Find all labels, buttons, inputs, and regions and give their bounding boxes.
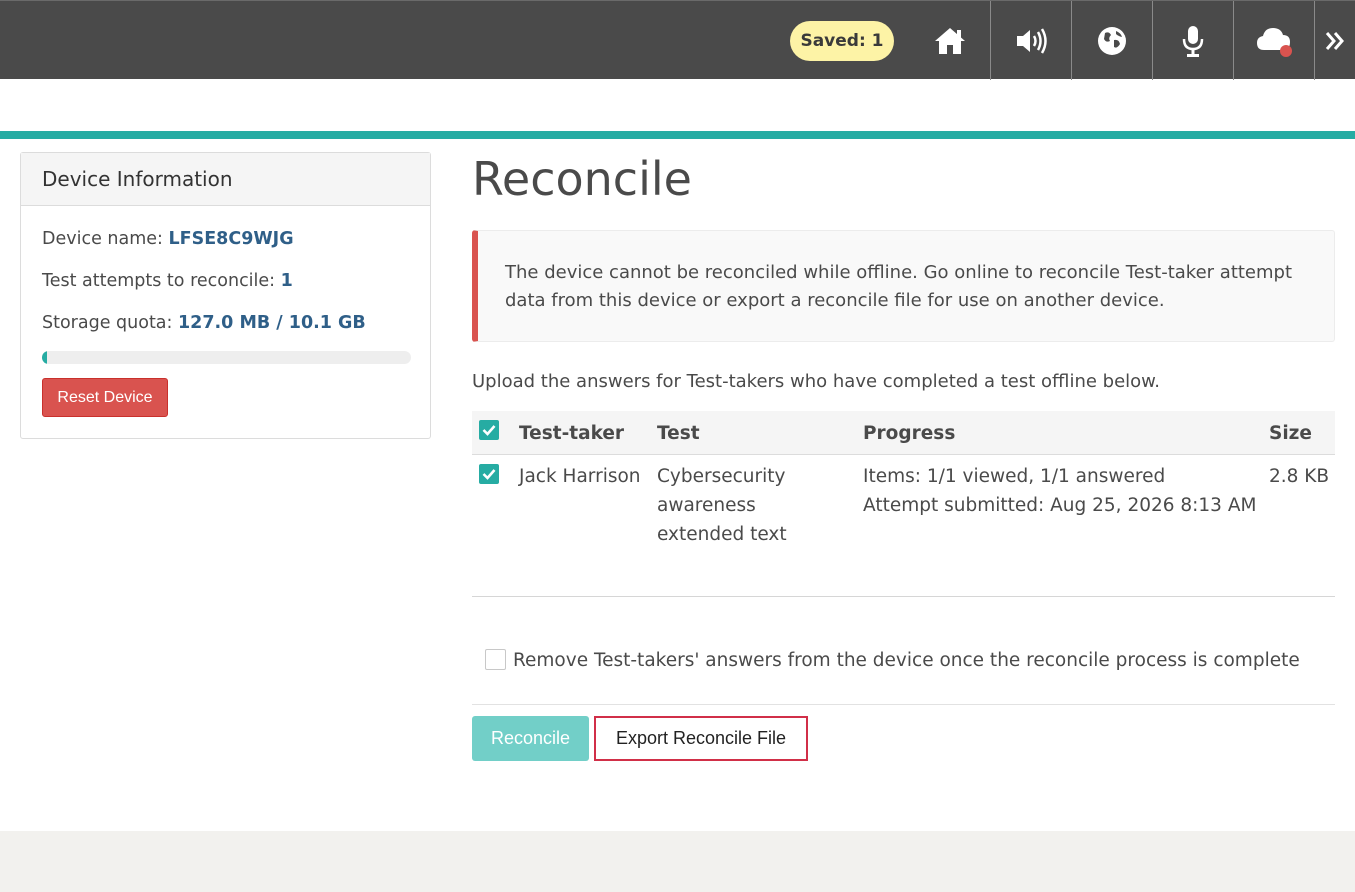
export-reconcile-file-button[interactable]: Export Reconcile File xyxy=(594,716,808,761)
storage-quota-value: 127.0 MB / 10.1 GB xyxy=(178,313,366,333)
column-header-test[interactable]: Test xyxy=(657,411,700,455)
device-info-panel: Device Information Device name: LFSE8C9W… xyxy=(20,152,431,439)
microphone-icon xyxy=(1182,25,1204,57)
device-info-title: Device Information xyxy=(21,153,430,206)
offline-alert: The device cannot be reconciled while of… xyxy=(472,230,1335,342)
language-button[interactable] xyxy=(1072,1,1152,80)
saved-badge[interactable]: Saved: 1 xyxy=(790,21,894,61)
section-divider xyxy=(472,596,1335,597)
storage-quota-label: Storage quota: xyxy=(42,313,173,333)
page-title: Reconcile xyxy=(472,152,692,206)
device-name-row: Device name: LFSE8C9WJG xyxy=(42,229,294,249)
attempts-row: Test attempts to reconcile: 1 xyxy=(42,271,293,291)
column-header-test-taker[interactable]: Test-taker xyxy=(519,411,624,455)
page-footer xyxy=(0,831,1355,892)
storage-quota-fill xyxy=(42,351,47,364)
storage-quota-bar xyxy=(42,351,411,364)
remove-answers-checkbox[interactable] xyxy=(485,649,506,670)
attempts-value: 1 xyxy=(280,271,293,291)
expand-toolbar-button[interactable] xyxy=(1315,1,1355,80)
chevron-double-right-icon xyxy=(1325,31,1344,50)
remove-answers-label[interactable]: Remove Test-takers' answers from the dev… xyxy=(513,650,1300,671)
storage-quota-row: Storage quota: 127.0 MB / 10.1 GB xyxy=(42,313,366,333)
microphone-button[interactable] xyxy=(1153,1,1233,80)
progress-cell: Items: 1/1 viewed, 1/1 answered Attempt … xyxy=(863,462,1256,520)
test-name: Cybersecurity awareness extended text xyxy=(657,462,787,549)
connection-status-button[interactable] xyxy=(1234,1,1314,80)
device-name-value: LFSE8C9WJG xyxy=(168,229,294,249)
top-toolbar: Saved: 1 xyxy=(0,0,1355,80)
section-divider xyxy=(472,704,1335,705)
test-name-line: extended text xyxy=(657,524,787,545)
reconcile-button[interactable]: Reconcile xyxy=(472,716,589,761)
accent-divider xyxy=(0,131,1355,139)
row-checkbox[interactable] xyxy=(479,464,499,484)
column-header-size[interactable]: Size xyxy=(1269,411,1312,455)
test-name-line: Cybersecurity xyxy=(657,466,786,487)
home-button[interactable] xyxy=(910,1,990,80)
progress-submitted: Attempt submitted: Aug 25, 2026 8:13 AM xyxy=(863,495,1257,516)
upload-instructions: Upload the answers for Test-takers who h… xyxy=(472,371,1160,392)
test-name-line: awareness xyxy=(657,495,756,516)
home-icon xyxy=(935,27,965,54)
volume-icon xyxy=(1017,27,1047,54)
progress-items: Items: 1/1 viewed, 1/1 answered xyxy=(863,466,1166,487)
column-header-progress[interactable]: Progress xyxy=(863,411,955,455)
size-cell: 2.8 KB xyxy=(1269,466,1330,487)
attempts-label: Test attempts to reconcile: xyxy=(42,271,276,291)
select-all-checkbox[interactable] xyxy=(479,420,499,440)
globe-icon xyxy=(1098,26,1126,55)
reset-device-button[interactable]: Reset Device xyxy=(42,378,168,417)
test-taker-name: Jack Harrison xyxy=(519,466,641,487)
cloud-offline-icon xyxy=(1257,27,1292,57)
attempts-table-header: Test-taker Test Progress Size xyxy=(472,411,1335,455)
checkmark-icon xyxy=(482,469,496,480)
device-name-label: Device name: xyxy=(42,229,163,249)
audio-button[interactable] xyxy=(991,1,1071,80)
checkmark-icon xyxy=(482,425,496,436)
